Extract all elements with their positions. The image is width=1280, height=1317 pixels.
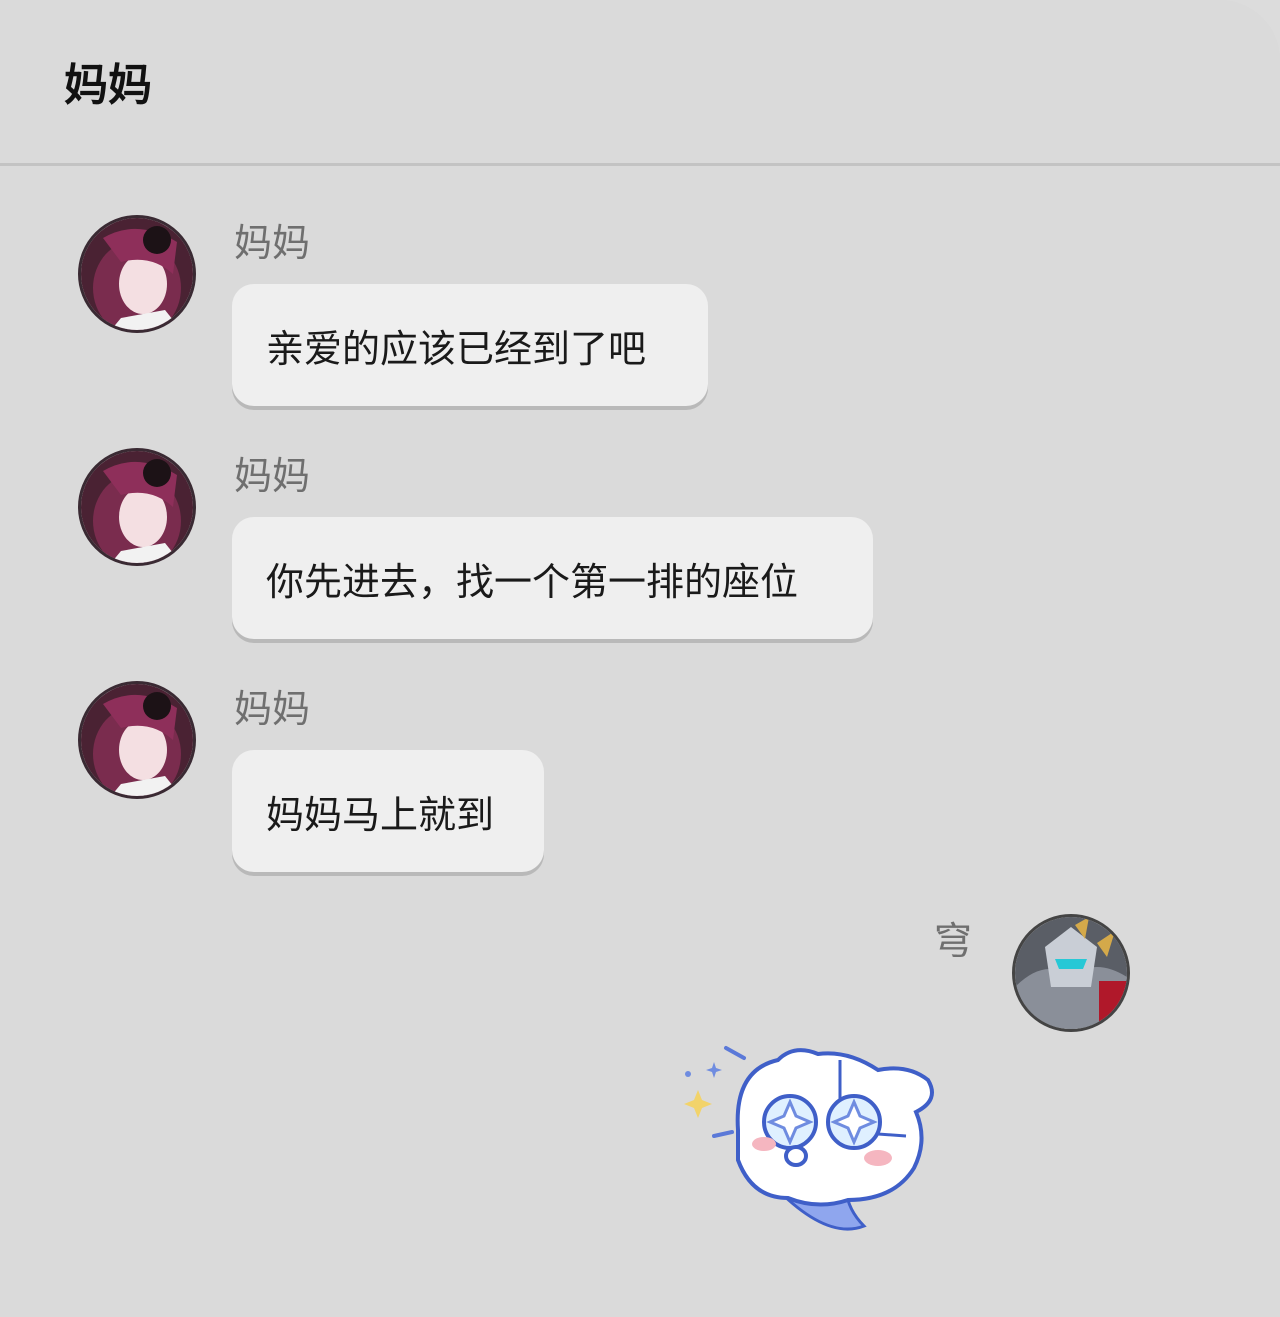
message-bubble[interactable]: 妈妈马上就到 xyxy=(232,750,544,872)
self-sender-name: 穹 xyxy=(934,919,973,963)
sender-name: 妈妈 xyxy=(234,221,311,265)
self-avatar-icon[interactable] xyxy=(1012,914,1130,1032)
chat-window: 妈妈 妈妈 亲爱的应该已经到了吧 妈妈 你先进去，找一个第一排的座位 妈妈 妈妈… xyxy=(0,0,1280,1317)
mom-avatar-icon[interactable] xyxy=(78,215,196,333)
chat-header: 妈妈 xyxy=(0,0,1280,166)
ghost-sticker-icon[interactable] xyxy=(678,1040,942,1236)
mom-avatar-icon[interactable] xyxy=(78,448,196,566)
sender-name: 妈妈 xyxy=(234,454,311,498)
message-bubble[interactable]: 亲爱的应该已经到了吧 xyxy=(232,284,708,406)
sender-name: 妈妈 xyxy=(234,687,311,731)
chat-title: 妈妈 xyxy=(64,60,152,111)
message-bubble[interactable]: 你先进去，找一个第一排的座位 xyxy=(232,517,873,639)
mom-avatar-icon[interactable] xyxy=(78,681,196,799)
